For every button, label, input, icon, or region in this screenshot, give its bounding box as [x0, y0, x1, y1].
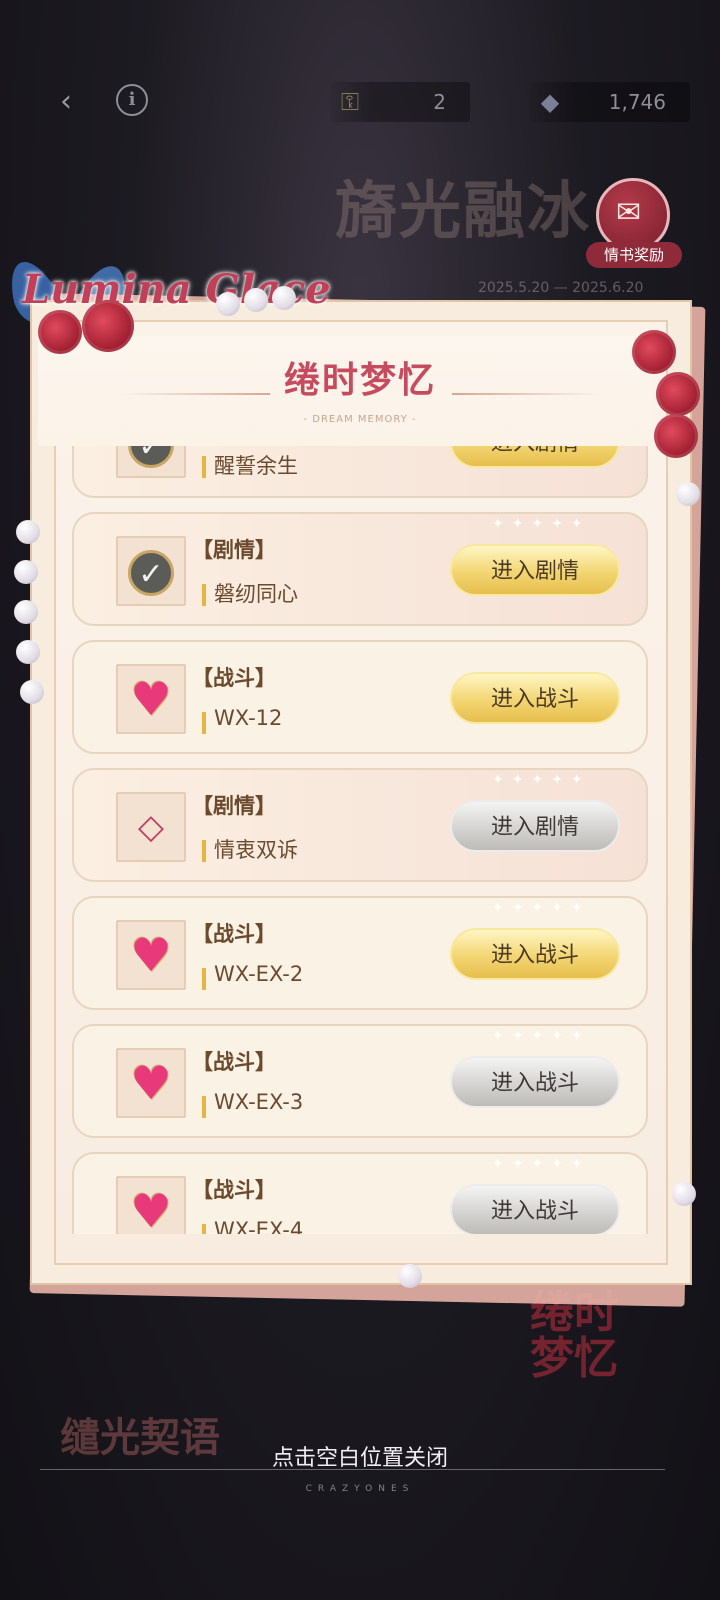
stage-card: ♥ 【战斗】 WX-12 进入战斗: [72, 640, 648, 754]
stage-type: 【战斗】: [192, 1178, 276, 1202]
rose-decoration: [82, 300, 134, 352]
key-counter: ⚿ 2: [330, 82, 470, 122]
rose-decoration: [656, 372, 700, 416]
name-marker: [202, 584, 206, 606]
love-letter-reward-button[interactable]: ✉ 情书奖励: [586, 178, 682, 270]
stage-type: 【剧情】: [192, 538, 276, 562]
gem-counter: ◆ 1,746: [530, 82, 690, 122]
stage-name: WX-EX-3: [214, 1090, 304, 1114]
name-marker: [202, 968, 206, 990]
reward-label: 情书奖励: [586, 242, 682, 268]
panel-title: 绻时梦忆: [283, 359, 436, 401]
heart-gem-icon: ♥: [130, 1056, 172, 1110]
stage-type: 【战斗】: [192, 666, 276, 690]
heart-gem-icon: ♥: [130, 928, 172, 982]
pearl-decoration: [398, 1264, 422, 1288]
name-marker: [202, 840, 206, 862]
name-marker: [202, 712, 206, 734]
panel-subtitle: - DREAM MEMORY -: [303, 414, 417, 425]
heart-gem-icon: ♥: [130, 1184, 172, 1234]
check-medal-icon: ✓: [118, 538, 184, 604]
event-title-background: 旖光融冰: [335, 174, 592, 247]
enter-battle-button[interactable]: 进入战斗: [450, 928, 620, 980]
pearl-decoration: [244, 288, 268, 312]
rose-decoration: [632, 330, 676, 374]
stage-card: ✦✦✦✦✦ ◇ 【剧情】 情衷双诉 进入剧情: [72, 768, 648, 882]
stage-type: 【战斗】: [192, 922, 276, 946]
stage-card: ✦✦✦✦✦ ♥ 【战斗】 WX-EX-2 进入战斗: [72, 896, 648, 1010]
pearl-decoration: [272, 286, 296, 310]
sparkle-decoration: ✦✦✦✦✦: [492, 772, 591, 788]
stage-type: 【剧情】: [192, 794, 276, 818]
pearl-decoration: [16, 520, 40, 544]
close-hint[interactable]: 点击空白位置关闭: [0, 1440, 720, 1472]
stage-card: ✦✦✦✦✦ ♥ 【战斗】 WX-EX-3 进入战斗: [72, 1024, 648, 1138]
name-marker: [202, 1224, 206, 1234]
stage-thumbnail: ✓: [116, 536, 186, 606]
rose-decoration: [38, 310, 82, 354]
name-marker: [202, 456, 206, 478]
stage-thumbnail: ♥: [116, 1176, 186, 1234]
stage-thumbnail: ♥: [116, 664, 186, 734]
stage-card: ✦✦✦✦✦ ♥ 【战斗】 WX-EX-4 进入战斗: [72, 1152, 648, 1234]
sparkle-decoration: ✦✦✦✦✦: [492, 516, 591, 532]
pearl-decoration: [14, 560, 38, 584]
stage-list[interactable]: ✓ 醒誓余生 进入剧情 ✦✦✦✦✦ ✓ 【剧情】 磐纫同心 进入剧情 ♥ 【战斗…: [62, 446, 658, 1234]
diamond-icon: ◆: [540, 88, 560, 116]
sparkle-decoration: ✦✦✦✦✦: [492, 1028, 591, 1044]
stage-name: WX-EX-2: [214, 962, 304, 986]
event-dates: 2025.5.20 — 2025.6.20: [478, 280, 644, 296]
pearl-decoration: [14, 600, 38, 624]
brand-watermark: CRAZYONES: [305, 1484, 415, 1494]
stage-card: ✦✦✦✦✦ ✓ 【剧情】 磐纫同心 进入剧情: [72, 512, 648, 626]
stage-type: 【战斗】: [192, 1050, 276, 1074]
stage-name: 磐纫同心: [214, 582, 298, 606]
stage-name: WX-12: [214, 706, 283, 730]
info-icon[interactable]: i: [116, 84, 148, 116]
enter-battle-button[interactable]: 进入战斗: [450, 1184, 620, 1234]
stage-name: 情衷双诉: [214, 838, 298, 862]
enter-story-button[interactable]: 进入剧情: [450, 544, 620, 596]
name-marker: [202, 1096, 206, 1118]
stage-card: ✓ 醒誓余生 进入剧情: [72, 446, 648, 498]
enter-battle-button[interactable]: 进入战斗: [450, 672, 620, 724]
key-count: 2: [433, 90, 446, 114]
stage-thumbnail: ♥: [116, 1048, 186, 1118]
gift-icon: ✉: [616, 195, 642, 230]
back-arrow-icon[interactable]: ‹: [48, 84, 84, 120]
gem-count: 1,746: [608, 90, 666, 114]
stage-thumbnail: ✓: [116, 446, 186, 478]
pearl-decoration: [676, 482, 700, 506]
pearl-decoration: [216, 292, 240, 316]
sparkle-decoration: ✦✦✦✦✦: [492, 1156, 591, 1172]
sparkle-decoration: ✦✦✦✦✦: [492, 900, 591, 916]
key-icon: ⚿: [340, 88, 360, 116]
check-medal-icon: ✓: [118, 446, 184, 476]
pearl-decoration: [16, 640, 40, 664]
stage-name: 醒誓余生: [214, 454, 298, 478]
pearl-decoration: [672, 1182, 696, 1206]
pearl-decoration: [20, 680, 44, 704]
stage-thumbnail: ♥: [116, 920, 186, 990]
rose-decoration: [654, 414, 698, 458]
enter-story-button[interactable]: 进入剧情: [450, 446, 620, 468]
enter-battle-button[interactable]: 进入战斗: [450, 1056, 620, 1108]
enter-story-button[interactable]: 进入剧情: [450, 800, 620, 852]
stage-name: WX-EX-4: [214, 1218, 304, 1234]
heart-gem-icon: ♥: [130, 672, 172, 726]
stage-thumbnail: ◇: [116, 792, 186, 862]
top-bar: ‹ i ⚿ 2 ◆ 1,746: [0, 72, 720, 128]
rose-frame-icon: ◇: [137, 807, 165, 847]
